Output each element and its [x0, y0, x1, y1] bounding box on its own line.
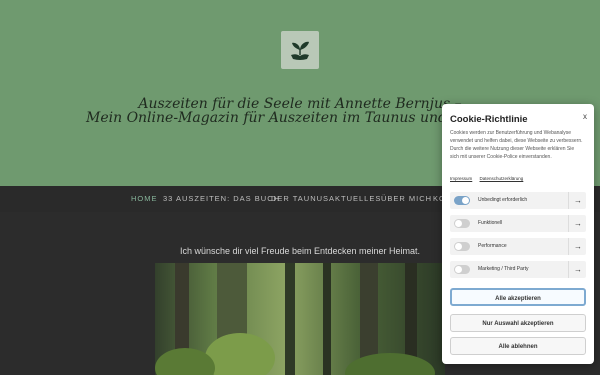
forest-photo: [155, 263, 445, 375]
category-label: Performance: [478, 243, 507, 249]
nav-item-taunus[interactable]: DER TAUNUS: [271, 194, 329, 203]
seedling-hand-icon: [291, 41, 309, 60]
category-label: Unbedingt erforderlich: [478, 197, 528, 203]
performance-toggle[interactable]: [454, 242, 470, 251]
accept-selection-button[interactable]: Nur Auswahl akzeptieren: [450, 314, 586, 332]
arrow-right-icon[interactable]: →: [568, 261, 587, 278]
cookie-category-necessary: Unbedingt erforderlich →: [450, 192, 586, 209]
site-logo[interactable]: [281, 31, 319, 69]
cookie-category-performance: Performance →: [450, 238, 586, 255]
arrow-right-icon[interactable]: →: [568, 215, 587, 232]
category-label: Funktionell: [478, 220, 503, 226]
reject-all-button[interactable]: Alle ablehnen: [450, 337, 586, 355]
cookie-category-marketing: Marketing / Third Party →: [450, 261, 586, 278]
nav-item-aktuelles[interactable]: AKTUELLES: [329, 194, 381, 203]
arrow-right-icon[interactable]: →: [568, 192, 587, 209]
necessary-toggle[interactable]: [454, 196, 470, 205]
privacy-policy-link[interactable]: Datenschutzerklärung: [480, 176, 524, 181]
accept-all-button[interactable]: Alle akzeptieren: [450, 288, 586, 306]
functional-toggle[interactable]: [454, 219, 470, 228]
cookie-category-functional: Funktionell →: [450, 215, 586, 232]
cookie-description: Cookies werden zur Benutzerführung und W…: [450, 130, 583, 160]
cookie-consent-dialog: Cookie-Richtlinie x Cookies werden zur B…: [442, 104, 594, 364]
cookie-dialog-title: Cookie-Richtlinie: [450, 114, 528, 125]
category-label: Marketing / Third Party: [478, 266, 529, 272]
cookie-links: Impressum Datenschutzerklärung: [450, 176, 529, 181]
marketing-toggle[interactable]: [454, 265, 470, 274]
impressum-link[interactable]: Impressum: [450, 176, 472, 181]
nav-item-ueber-mich[interactable]: ÜBER MICH: [381, 194, 432, 203]
close-icon[interactable]: x: [583, 112, 587, 121]
nav-item-buch[interactable]: 33 AUSZEITEN: DAS BUCH: [163, 194, 280, 203]
nav-item-home[interactable]: HOME: [131, 194, 158, 203]
arrow-right-icon[interactable]: →: [568, 238, 587, 255]
